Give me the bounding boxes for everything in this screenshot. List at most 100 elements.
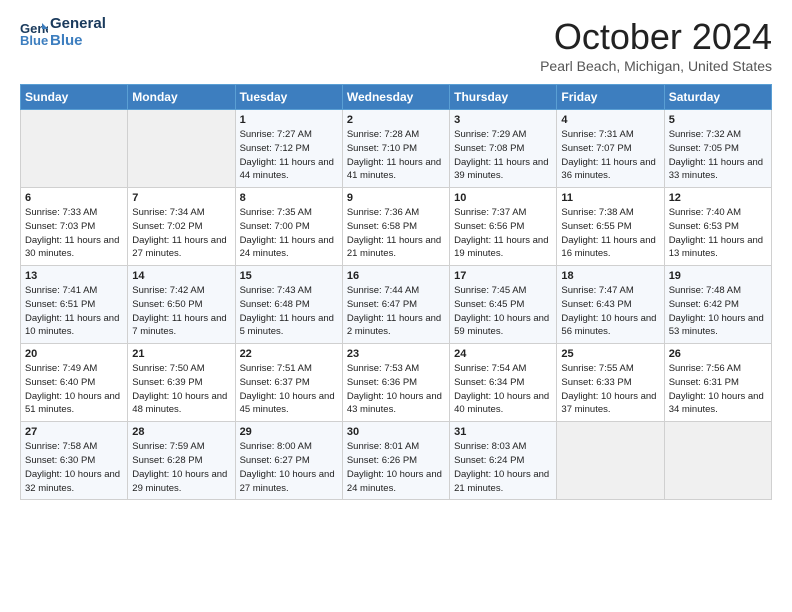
day-cell: 20 Sunrise: 7:49 AMSunset: 6:40 PMDayligh… [21,344,128,422]
day-number: 7 [132,192,230,204]
day-cell: 13 Sunrise: 7:41 AMSunset: 6:51 PMDayligh… [21,266,128,344]
day-number: 28 [132,426,230,438]
weekday-header-monday: Monday [128,85,235,110]
day-cell: 8Sunrise: 7:35 AMSunset: 7:00 PMDaylight… [235,188,342,266]
day-cell [21,110,128,188]
day-info: Sunrise: 7:54 AMSunset: 6:34 PMDaylight:… [454,362,552,417]
day-cell: 23 Sunrise: 7:53 AMSunset: 6:36 PMDayligh… [342,344,449,422]
day-cell: 14Sunrise: 7:42 AMSunset: 6:50 PMDayligh… [128,266,235,344]
day-number: 26 [669,348,767,360]
day-number: 30 [347,426,445,438]
week-row-5: 27Sunrise: 7:58 AMSunset: 6:30 PMDayligh… [21,422,772,500]
weekday-header-row: SundayMondayTuesdayWednesdayThursdayFrid… [21,85,772,110]
week-row-1: 1Sunrise: 7:27 AMSunset: 7:12 PMDaylight… [21,110,772,188]
day-cell [128,110,235,188]
day-number: 5 [669,114,767,126]
day-cell: 15 Sunrise: 7:43 AMSunset: 6:48 PMDayligh… [235,266,342,344]
day-info: Sunrise: 7:56 AMSunset: 6:31 PMDaylight:… [669,362,767,417]
day-info: Sunrise: 7:49 AMSunset: 6:40 PMDaylight:… [25,362,123,417]
day-cell: 2Sunrise: 7:28 AMSunset: 7:10 PMDaylight… [342,110,449,188]
day-number: 9 [347,192,445,204]
day-info: Sunrise: 7:47 AMSunset: 6:43 PMDaylight:… [561,284,659,339]
day-info: Sunrise: 7:40 AMSunset: 6:53 PMDaylight:… [669,206,767,261]
day-info: Sunrise: 7:53 AMSunset: 6:36 PMDaylight:… [347,362,445,417]
calendar-table: SundayMondayTuesdayWednesdayThursdayFrid… [20,84,772,500]
day-number: 29 [240,426,338,438]
day-cell: 26 Sunrise: 7:56 AMSunset: 6:31 PMDayligh… [664,344,771,422]
day-info: Sunrise: 7:37 AMSunset: 6:56 PMDaylight:… [454,206,552,261]
day-info: Sunrise: 7:34 AMSunset: 7:02 PMDaylight:… [132,206,230,261]
day-number: 2 [347,114,445,126]
day-number: 6 [25,192,123,204]
day-cell: 24Sunrise: 7:54 AMSunset: 6:34 PMDayligh… [450,344,557,422]
day-info: Sunrise: 7:55 AMSunset: 6:33 PMDaylight:… [561,362,659,417]
day-info: Sunrise: 7:33 AMSunset: 7:03 PMDaylight:… [25,206,123,261]
day-cell: 11Sunrise: 7:38 AMSunset: 6:55 PMDayligh… [557,188,664,266]
day-info: Sunrise: 7:44 AMSunset: 6:47 PMDaylight:… [347,284,445,339]
day-number: 25 [561,348,659,360]
day-cell [557,422,664,500]
day-cell: 12 Sunrise: 7:40 AMSunset: 6:53 PMDayligh… [664,188,771,266]
day-info: Sunrise: 8:00 AMSunset: 6:27 PMDaylight:… [240,440,338,495]
day-cell: 28Sunrise: 7:59 AMSunset: 6:28 PMDayligh… [128,422,235,500]
day-cell: 31 Sunrise: 8:03 AMSunset: 6:24 PMDayligh… [450,422,557,500]
day-info: Sunrise: 7:41 AMSunset: 6:51 PMDaylight:… [25,284,123,339]
day-number: 4 [561,114,659,126]
day-cell [664,422,771,500]
day-info: Sunrise: 7:35 AMSunset: 7:00 PMDaylight:… [240,206,338,261]
logo-icon: General Blue [20,19,48,47]
day-cell: 16 Sunrise: 7:44 AMSunset: 6:47 PMDayligh… [342,266,449,344]
day-number: 18 [561,270,659,282]
weekday-header-saturday: Saturday [664,85,771,110]
day-cell: 1Sunrise: 7:27 AMSunset: 7:12 PMDaylight… [235,110,342,188]
day-number: 20 [25,348,123,360]
week-row-3: 13 Sunrise: 7:41 AMSunset: 6:51 PMDayligh… [21,266,772,344]
day-cell: 9 Sunrise: 7:36 AMSunset: 6:58 PMDaylight… [342,188,449,266]
day-number: 22 [240,348,338,360]
day-cell: 7 Sunrise: 7:34 AMSunset: 7:02 PMDaylight… [128,188,235,266]
day-cell: 21 Sunrise: 7:50 AMSunset: 6:39 PMDayligh… [128,344,235,422]
weekday-header-thursday: Thursday [450,85,557,110]
day-number: 15 [240,270,338,282]
day-info: Sunrise: 7:51 AMSunset: 6:37 PMDaylight:… [240,362,338,417]
day-cell: 4 Sunrise: 7:31 AMSunset: 7:07 PMDaylight… [557,110,664,188]
day-number: 17 [454,270,552,282]
day-number: 21 [132,348,230,360]
day-info: Sunrise: 7:42 AMSunset: 6:50 PMDaylight:… [132,284,230,339]
day-info: Sunrise: 7:29 AMSunset: 7:08 PMDaylight:… [454,128,552,183]
day-info: Sunrise: 7:50 AMSunset: 6:39 PMDaylight:… [132,362,230,417]
day-number: 1 [240,114,338,126]
day-cell: 18 Sunrise: 7:47 AMSunset: 6:43 PMDayligh… [557,266,664,344]
weekday-header-sunday: Sunday [21,85,128,110]
day-info: Sunrise: 7:36 AMSunset: 6:58 PMDaylight:… [347,206,445,261]
weekday-header-wednesday: Wednesday [342,85,449,110]
day-number: 23 [347,348,445,360]
day-info: Sunrise: 7:45 AMSunset: 6:45 PMDaylight:… [454,284,552,339]
day-number: 12 [669,192,767,204]
day-number: 19 [669,270,767,282]
weekday-header-friday: Friday [557,85,664,110]
day-number: 16 [347,270,445,282]
day-number: 31 [454,426,552,438]
day-info: Sunrise: 7:43 AMSunset: 6:48 PMDaylight:… [240,284,338,339]
day-cell: 19 Sunrise: 7:48 AMSunset: 6:42 PMDayligh… [664,266,771,344]
day-cell: 5 Sunrise: 7:32 AMSunset: 7:05 PMDaylight… [664,110,771,188]
week-row-2: 6 Sunrise: 7:33 AMSunset: 7:03 PMDaylight… [21,188,772,266]
svg-text:Blue: Blue [20,33,48,47]
logo-general: General [50,16,106,33]
day-info: Sunrise: 7:38 AMSunset: 6:55 PMDaylight:… [561,206,659,261]
day-number: 10 [454,192,552,204]
day-info: Sunrise: 8:03 AMSunset: 6:24 PMDaylight:… [454,440,552,495]
day-number: 27 [25,426,123,438]
day-cell: 25 Sunrise: 7:55 AMSunset: 6:33 PMDayligh… [557,344,664,422]
day-cell: 6 Sunrise: 7:33 AMSunset: 7:03 PMDaylight… [21,188,128,266]
day-cell: 27Sunrise: 7:58 AMSunset: 6:30 PMDayligh… [21,422,128,500]
page-header: General Blue General Blue October 2024 P… [20,16,772,74]
day-cell: 30Sunrise: 8:01 AMSunset: 6:26 PMDayligh… [342,422,449,500]
day-cell: 17 Sunrise: 7:45 AMSunset: 6:45 PMDayligh… [450,266,557,344]
location-title: Pearl Beach, Michigan, United States [540,58,772,74]
day-number: 13 [25,270,123,282]
day-info: Sunrise: 7:31 AMSunset: 7:07 PMDaylight:… [561,128,659,183]
day-info: Sunrise: 7:48 AMSunset: 6:42 PMDaylight:… [669,284,767,339]
day-info: Sunrise: 7:32 AMSunset: 7:05 PMDaylight:… [669,128,767,183]
